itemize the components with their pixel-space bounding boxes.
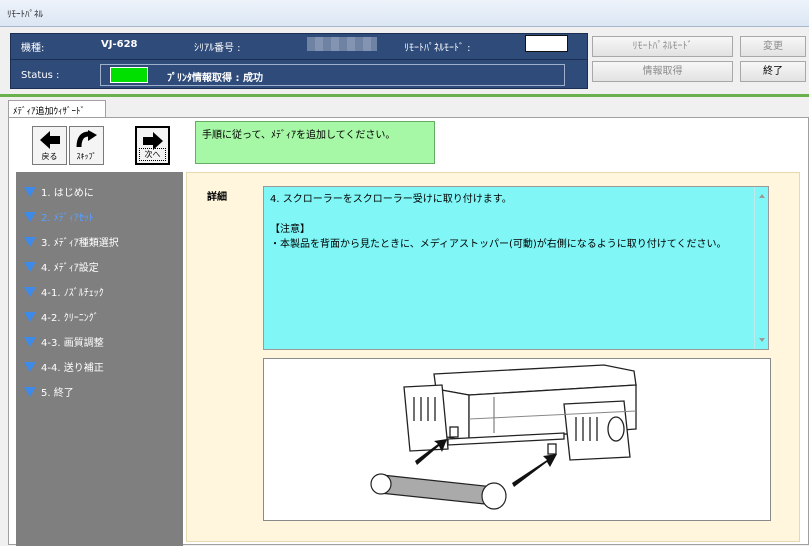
step-marker-icon <box>24 262 36 272</box>
status-box: ﾌﾟﾘﾝﾀ情報取得 : 成功 <box>100 64 565 86</box>
wizard-page: 戻る ｽｷｯﾌﾟ 次へ 手順に従って、ﾒﾃﾞｨｱを追加してください。 1. はじ… <box>8 117 809 546</box>
exit-button[interactable]: 終了 <box>740 61 806 82</box>
illustration <box>263 358 771 521</box>
remote-mode-value <box>525 35 568 52</box>
step-marker-icon <box>24 362 36 372</box>
model-value: VJ-628 <box>101 39 138 50</box>
title-bar: ﾘﾓｰﾄﾊﾟﾈﾙ <box>0 0 809 27</box>
detail-line: 【注意】 <box>270 224 310 235</box>
tab-media-wizard[interactable]: ﾒﾃﾞｨｱ追加ｳｨｻﾞｰﾄﾞ <box>8 100 106 118</box>
serial-value-redacted <box>307 37 377 51</box>
skip-label: ｽｷｯﾌﾟ <box>76 152 97 161</box>
step-marker-icon <box>24 337 36 347</box>
back-label: 戻る <box>41 152 58 161</box>
detail-textbox[interactable]: 4. スクローラーをスクローラー受けに取り付けます。 【注意】 ・本製品を背面か… <box>263 186 769 350</box>
status-label: Status : <box>21 70 60 81</box>
detail-label: 詳細 <box>207 192 227 203</box>
step-item[interactable]: 1. はじめに <box>24 184 94 200</box>
step-marker-icon <box>24 387 36 397</box>
step-item[interactable]: 4-1. ﾉｽﾞﾙﾁｪｯｸ <box>24 284 104 300</box>
step-item[interactable]: 4. ﾒﾃﾞｨｱ設定 <box>24 259 99 275</box>
status-panel: 機種: VJ-628 ｼﾘｱﾙ番号 : ﾘﾓｰﾄﾊﾟﾈﾙﾓｰﾄﾞ : Statu… <box>10 33 588 89</box>
scroll-down-icon[interactable] <box>759 338 765 342</box>
step-item[interactable]: 4-3. 画質調整 <box>24 334 104 350</box>
step-marker-icon <box>24 212 36 222</box>
scroll-up-icon[interactable] <box>759 194 765 198</box>
skip-arrow-icon <box>76 130 97 148</box>
back-button[interactable]: 戻る <box>32 126 67 165</box>
step-item[interactable]: 4-2. ｸﾘｰﾆﾝｸﾞ <box>24 309 99 325</box>
separator <box>0 94 809 97</box>
get-info-button[interactable]: 情報取得 <box>592 61 733 82</box>
next-button[interactable]: 次へ <box>135 126 170 165</box>
step-marker-icon <box>24 237 36 247</box>
step-item[interactable]: 5. 終了 <box>24 384 74 400</box>
detail-panel: 詳細 4. スクローラーをスクローラー受けに取り付けます。 【注意】 ・本製品を… <box>186 172 800 542</box>
detail-scrollbar[interactable] <box>754 187 768 349</box>
status-message: ﾌﾟﾘﾝﾀ情報取得 : 成功 <box>167 73 263 84</box>
step-marker-icon <box>24 312 36 322</box>
remote-mode-label: ﾘﾓｰﾄﾊﾟﾈﾙﾓｰﾄﾞ : <box>404 43 471 54</box>
detail-line <box>270 207 762 222</box>
skip-button[interactable]: ｽｷｯﾌﾟ <box>69 126 104 165</box>
window-title: ﾘﾓｰﾄﾊﾟﾈﾙ <box>7 10 44 20</box>
detail-line: 4. スクローラーをスクローラー受けに取り付けます。 <box>270 194 512 205</box>
step-item[interactable]: 4-4. 送り補正 <box>24 359 104 375</box>
step-marker-icon <box>24 187 36 197</box>
status-indicator <box>110 67 148 83</box>
instruction-text: 手順に従って、ﾒﾃﾞｨｱを追加してください。 <box>195 121 435 164</box>
change-button[interactable]: 変更 <box>740 36 806 57</box>
next-label: 次へ <box>139 148 166 161</box>
detail-line: ・本製品を背面から見たときに、メディアストッパー(可動)が右側になるように取り付… <box>270 239 727 250</box>
steps-list: 1. はじめに 2. ﾒﾃﾞｨｱｾｯﾄ 3. ﾒﾃﾞｨｱ種類選択 4. ﾒﾃﾞｨ… <box>16 172 183 546</box>
remote-panel-mode-button[interactable]: ﾘﾓｰﾄﾊﾟﾈﾙﾓｰﾄﾞ <box>592 36 733 57</box>
step-item[interactable]: 3. ﾒﾃﾞｨｱ種類選択 <box>24 234 119 250</box>
arrow-left-icon <box>39 131 60 149</box>
step-item-active[interactable]: 2. ﾒﾃﾞｨｱｾｯﾄ <box>24 209 94 225</box>
serial-label: ｼﾘｱﾙ番号 : <box>194 43 241 54</box>
printer-scroller-illustration <box>370 364 637 510</box>
model-label: 機種: <box>21 43 45 54</box>
step-marker-icon <box>24 287 36 297</box>
